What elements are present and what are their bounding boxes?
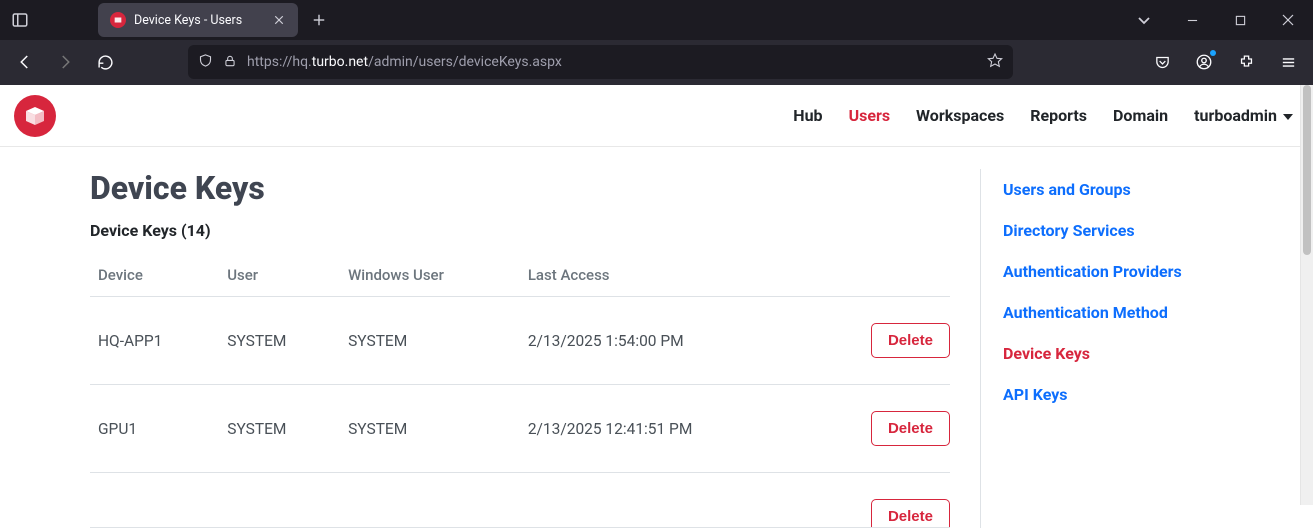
address-bar-right-icons (987, 52, 1003, 72)
browser-chrome: Device Keys - Users (0, 0, 1313, 84)
url-text: https://hq.turbo.net/admin/users/deviceK… (247, 54, 562, 70)
url-path: /admin/users/deviceKeys.aspx (368, 54, 562, 70)
cell-device (90, 473, 219, 528)
bookmark-star-icon[interactable] (987, 52, 1003, 72)
page-title: Device Keys (90, 169, 950, 207)
page-subtitle: Device Keys (14) (90, 221, 950, 240)
cell-wuser (340, 473, 520, 528)
vertical-scrollbar[interactable] (1300, 85, 1313, 505)
table-row-partial: Delete (90, 473, 950, 528)
address-bar[interactable]: https://hq.turbo.net/admin/users/deviceK… (188, 45, 1013, 79)
delete-button[interactable]: Delete (871, 411, 950, 446)
sidebar-toggle-icon[interactable] (6, 6, 34, 34)
col-last-access: Last Access (520, 254, 810, 297)
browser-toolbar: https://hq.turbo.net/admin/users/deviceK… (0, 40, 1313, 84)
window-close-button[interactable] (1265, 0, 1311, 40)
table-row: HQ-APP1 SYSTEM SYSTEM 2/13/2025 1:54:00 … (90, 297, 950, 385)
url-prefix: https://hq. (247, 54, 312, 70)
tab-close-icon[interactable] (270, 11, 288, 29)
nav-reload-button[interactable] (88, 45, 122, 79)
window-minimize-button[interactable] (1169, 0, 1215, 40)
table-header-row: Device User Windows User Last Access (90, 254, 950, 297)
sidebar-nav: Users and Groups Directory Services Auth… (980, 169, 1280, 528)
delete-button[interactable]: Delete (871, 499, 950, 527)
tab-title: Device Keys - Users (134, 13, 262, 28)
nav-back-button[interactable] (8, 45, 42, 79)
content: Device Keys Device Keys (14) Device User… (0, 147, 1313, 528)
address-bar-left-icons (198, 53, 237, 72)
cell-device: GPU1 (90, 385, 219, 473)
window-maximize-button[interactable] (1217, 0, 1263, 40)
url-host: turbo.net (312, 54, 368, 70)
main-panel: Device Keys Device Keys (14) Device User… (90, 169, 950, 528)
caret-down-icon (1283, 114, 1293, 120)
titlebar-left: Device Keys - Users (0, 3, 334, 37)
tab-favicon-icon (110, 12, 126, 28)
sidebar-item-users-groups[interactable]: Users and Groups (1003, 169, 1280, 210)
scrollbar-thumb[interactable] (1303, 85, 1311, 255)
cell-wuser: SYSTEM (340, 297, 520, 385)
titlebar: Device Keys - Users (0, 0, 1313, 40)
topnav-domain[interactable]: Domain (1113, 106, 1168, 125)
app-header: Hub Users Workspaces Reports Domain turb… (0, 85, 1313, 147)
tabs-overflow-icon[interactable] (1121, 0, 1167, 40)
topnav-user-menu[interactable]: turboadmin (1194, 106, 1293, 125)
cell-user: SYSTEM (219, 385, 340, 473)
col-actions (810, 254, 950, 297)
browser-tab-active[interactable]: Device Keys - Users (98, 3, 298, 37)
sidebar-item-auth-method[interactable]: Authentication Method (1003, 292, 1280, 333)
topnav-workspaces[interactable]: Workspaces (916, 106, 1004, 125)
pocket-icon[interactable] (1145, 45, 1179, 79)
col-device: Device (90, 254, 219, 297)
cell-wuser: SYSTEM (340, 385, 520, 473)
sidebar-item-api-keys[interactable]: API Keys (1003, 374, 1280, 415)
sidebar-item-directory-services[interactable]: Directory Services (1003, 210, 1280, 251)
page: Hub Users Workspaces Reports Domain turb… (0, 84, 1313, 505)
delete-button[interactable]: Delete (871, 323, 950, 358)
device-keys-table: Device User Windows User Last Access HQ-… (90, 254, 950, 528)
sidebar-item-device-keys[interactable]: Device Keys (1003, 333, 1280, 374)
cell-last: 2/13/2025 12:41:51 PM (520, 385, 810, 473)
cell-device: HQ-APP1 (90, 297, 219, 385)
new-tab-button[interactable] (304, 5, 334, 35)
table-row: GPU1 SYSTEM SYSTEM 2/13/2025 12:41:51 PM… (90, 385, 950, 473)
extensions-icon[interactable] (1229, 45, 1263, 79)
user-menu-label: turboadmin (1194, 106, 1277, 125)
cell-last: 2/13/2025 1:54:00 PM (520, 297, 810, 385)
titlebar-right (1121, 0, 1313, 40)
shield-icon[interactable] (198, 53, 213, 72)
topnav-users[interactable]: Users (849, 106, 890, 125)
cell-last (520, 473, 810, 528)
top-nav: Hub Users Workspaces Reports Domain turb… (793, 106, 1293, 125)
app-menu-icon[interactable] (1271, 45, 1305, 79)
topnav-hub[interactable]: Hub (793, 106, 822, 125)
cell-user (219, 473, 340, 528)
toolbar-right-icons (1145, 45, 1305, 79)
lock-icon[interactable] (223, 53, 237, 72)
brand-logo-icon[interactable] (14, 95, 56, 137)
account-icon[interactable] (1187, 45, 1221, 79)
tab-strip: Device Keys - Users (98, 3, 334, 37)
cell-user: SYSTEM (219, 297, 340, 385)
sidebar-item-auth-providers[interactable]: Authentication Providers (1003, 251, 1280, 292)
col-user: User (219, 254, 340, 297)
nav-forward-button[interactable] (48, 45, 82, 79)
col-windows-user: Windows User (340, 254, 520, 297)
topnav-reports[interactable]: Reports (1030, 106, 1087, 125)
